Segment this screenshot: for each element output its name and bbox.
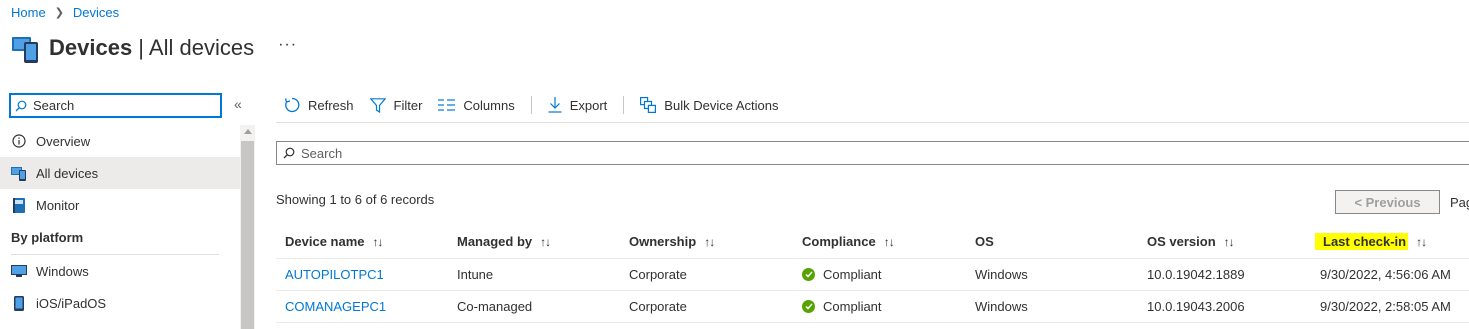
nav-section-by-platform: By platform [11,230,84,245]
export-button[interactable]: Export [540,92,616,118]
refresh-label: Refresh [308,97,354,113]
nav-item-label: iOS/iPadOS [36,295,107,311]
column-header-os-version[interactable]: OS version ↑↓ [1138,234,1311,249]
bulk-device-actions-label: Bulk Device Actions [664,97,779,113]
devices-icon [12,37,38,63]
os-cell: Windows [975,267,1028,282]
nav-item-label: All devices [36,165,99,181]
records-count: Showing 1 to 6 of 6 records [276,192,435,207]
columns-icon [438,99,456,111]
check-circle-icon [802,300,815,313]
export-label: Export [569,97,608,113]
toolbar-separator [623,96,625,114]
column-header-managed-by[interactable]: Managed by ↑↓ [448,234,620,249]
check-circle-icon [802,268,815,281]
filter-button[interactable]: Filter [362,92,431,118]
left-nav: Overview All devices Monitor By platform… [0,125,240,319]
sort-icon[interactable]: ↑↓ [1224,235,1235,249]
managed-by-cell: Intune [457,267,494,282]
bulk-device-actions-button[interactable]: Bulk Device Actions [632,92,786,118]
nav-item-label: Monitor [36,197,80,213]
devices-table: Device name ↑↓ Managed by ↑↓ Ownership ↑↓ C… [276,225,1469,323]
sort-icon[interactable]: ↑↓ [704,235,715,249]
breadcrumb-home-link[interactable]: Home [11,5,46,20]
sort-icon[interactable]: ↑↓ [540,235,551,249]
scroll-up-icon[interactable] [244,129,252,134]
compliance-cell: Compliant [793,299,966,314]
compliance-cell: Compliant [793,267,966,282]
monitor-book-icon [11,197,27,213]
nav-item-monitor[interactable]: Monitor [0,189,240,221]
page-title: Devices | All devices [49,35,255,60]
columns-button[interactable]: Columns [430,92,522,118]
more-options-button[interactable]: ··· [278,36,297,54]
os-version-cell: 10.0.19043.2006 [1147,299,1245,314]
refresh-button[interactable]: Refresh [276,92,362,118]
toolbar-separator [530,96,532,114]
page-label: Page [1450,195,1469,210]
previous-page-button[interactable]: < Previous [1335,190,1440,214]
collapse-nav-button[interactable]: « [234,96,242,112]
nav-item-overview[interactable]: Overview [0,125,240,157]
nav-item-label: Windows [36,263,89,279]
scrollbar-thumb[interactable] [241,141,254,329]
column-header-device-name[interactable]: Device name ↑↓ [276,234,448,249]
managed-by-cell: Co-managed [457,299,533,314]
sort-ascending-icon[interactable]: ↑↓ [1416,235,1427,249]
devices-search-input[interactable] [301,145,701,161]
nav-item-label: Overview [36,133,91,149]
column-header-compliance[interactable]: Compliance ↑↓ [793,234,966,249]
sort-icon[interactable]: ↑↓ [373,235,384,249]
info-icon [11,133,27,149]
nav-scrollbar[interactable] [240,125,255,329]
windows-device-icon [11,263,27,279]
phone-icon [11,295,27,311]
search-icon [15,100,27,111]
breadcrumb-devices-link[interactable]: Devices [73,5,119,20]
ownership-cell: Corporate [629,299,687,314]
nav-search-input[interactable] [33,98,203,113]
device-name-link[interactable]: AUTOPILOTPC1 [285,267,384,282]
sort-icon[interactable]: ↑↓ [884,235,895,249]
devices-icon [11,165,27,181]
page-header: Devices | All devices ··· [11,33,297,63]
column-header-ownership[interactable]: Ownership ↑↓ [620,234,793,249]
download-icon [548,97,562,113]
os-version-cell: 10.0.19042.1889 [1147,267,1245,282]
toolbar-divider [276,122,1469,123]
nav-item-all-devices[interactable]: All devices [0,157,240,189]
command-bar: Refresh Filter Columns Export Bulk Devic… [276,92,786,118]
nav-item-ios-ipados[interactable]: iOS/iPadOS [0,287,240,319]
last-check-in-cell: 9/30/2022, 4:56:06 AM [1320,267,1451,282]
breadcrumb: Home ❯ Devices [11,5,119,20]
table-header-row: Device name ↑↓ Managed by ↑↓ Ownership ↑↓ C… [276,225,1469,259]
filter-label: Filter [393,97,423,113]
filter-icon [369,97,386,113]
bulk-actions-icon [640,97,657,113]
device-name-link[interactable]: COMANAGEPC1 [285,299,386,314]
os-cell: Windows [975,299,1028,314]
nav-item-windows[interactable]: Windows [0,255,240,287]
table-row[interactable]: COMANAGEPC1 Co-managed Corporate Complia… [276,291,1469,323]
last-check-in-cell: 9/30/2022, 2:58:05 AM [1320,299,1451,314]
search-icon [283,147,295,159]
table-row[interactable]: AUTOPILOTPC1 Intune Corporate Compliant … [276,259,1469,291]
column-header-os[interactable]: OS [966,234,1138,249]
columns-label: Columns [463,97,515,113]
refresh-icon [284,97,300,113]
chevron-right-icon: ❯ [54,7,64,19]
devices-search-box[interactable] [276,141,1469,165]
nav-search-box[interactable] [9,93,222,118]
column-header-last-check-in[interactable]: Last check-in ↑↓ [1311,233,1469,250]
ownership-cell: Corporate [629,267,687,282]
